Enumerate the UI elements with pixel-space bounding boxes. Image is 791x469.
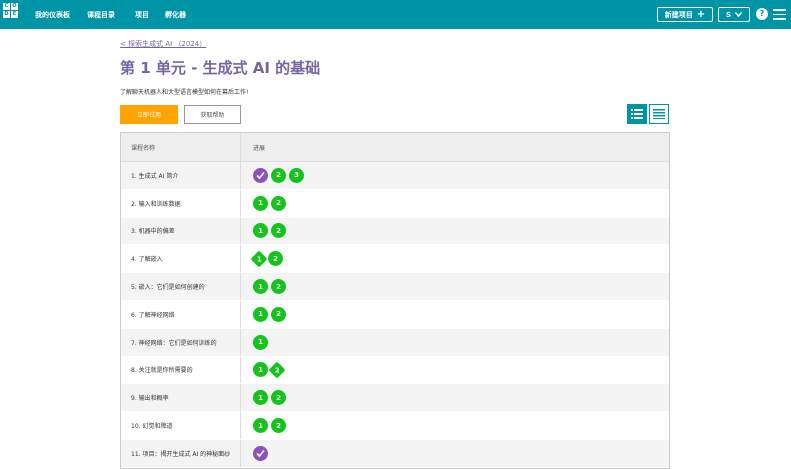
lesson-name[interactable]: 10. 幻觉和障道: [121, 412, 241, 439]
table-row: 6. 了解神经网络 1 2: [121, 300, 669, 329]
lesson-level-bubble[interactable]: 1: [253, 279, 268, 295]
unit-description: 了解聊天机器人和大型语言模型如何在幕后工作!: [120, 89, 249, 96]
lesson-progress: 12: [241, 301, 669, 328]
hamburger-menu-icon[interactable]: [773, 9, 786, 20]
nav-incubator[interactable]: 孵化器: [165, 10, 186, 20]
lesson-name[interactable]: 4. 了解嵌入: [121, 245, 241, 273]
header-progress: 进展: [253, 144, 266, 152]
lesson-level-bubble-checked[interactable]: [253, 167, 268, 183]
help-icon[interactable]: ?: [756, 8, 768, 20]
lesson-level-bubble[interactable]: 1: [253, 390, 268, 406]
lesson-progress: 12: [241, 245, 669, 272]
lesson-level-bubble[interactable]: 2: [271, 167, 286, 183]
lesson-name[interactable]: 1. 生成式 AI 简介: [121, 162, 241, 189]
lesson-name[interactable]: 7. 神经网络：它们是如何训练的: [121, 328, 241, 356]
lesson-level-bubble[interactable]: 2: [271, 279, 286, 295]
table-row: 4. 了解嵌入 1 2: [121, 245, 669, 274]
lesson-name[interactable]: 3. 机器中的偏差: [121, 217, 241, 245]
table-row: 11. 项目：揭开生成式 AI 的神秘面纱: [121, 439, 669, 468]
lesson-name[interactable]: 2. 输入和训练数据: [121, 189, 241, 217]
table-row: 1. 生成式 AI 简介 2 3: [121, 162, 669, 190]
try-now-button[interactable]: 立即试用: [120, 105, 178, 124]
lesson-progress: 12: [241, 412, 669, 439]
lesson-level-bubble[interactable]: 2: [271, 223, 286, 239]
lesson-progress: 12: [241, 218, 669, 245]
header-lesson-name: 课程名称: [121, 133, 241, 161]
lesson-level-bubble[interactable]: 2: [268, 251, 283, 267]
top-bar: C O D E 我的仪表板 课程目录 项目 孵化器 新建项目 + S ?: [0, 0, 791, 29]
lesson-name[interactable]: 9. 输出和概率: [121, 384, 241, 412]
lesson-level-bubble-checked[interactable]: [253, 445, 268, 461]
lesson-progress: [241, 440, 669, 467]
lesson-level-bubble[interactable]: 2: [271, 306, 286, 322]
lesson-table: 课程名称 进展 1. 生成式 AI 简介 2 3 2. 输入和训练数据 1 2 3. 机器中…: [120, 132, 670, 469]
table-row: 2. 输入和训练数据 1 2: [121, 189, 669, 218]
plus-icon: +: [696, 9, 706, 20]
breadcrumb[interactable]: < 探索生成式 AI （2024）: [120, 39, 206, 49]
nav-catalog[interactable]: 课程目录: [87, 10, 115, 20]
lesson-progress: 12: [241, 273, 669, 300]
table-row: 8. 关注就是你所需要的 1 2: [121, 356, 669, 385]
user-menu-button[interactable]: S: [718, 7, 750, 22]
lesson-level-bubble[interactable]: 2: [271, 195, 286, 211]
table-row: 10. 幻觉和障道 1 2: [121, 412, 669, 440]
lesson-name[interactable]: 8. 关注就是你所需要的: [121, 356, 241, 384]
bubble-label: 2: [274, 365, 280, 374]
lesson-level-bubble-assessment[interactable]: 1: [250, 250, 268, 268]
check-icon: [256, 449, 265, 458]
nav-projects[interactable]: 项目: [135, 10, 149, 20]
table-row: 7. 神经网络：它们是如何训练的 1: [121, 328, 669, 357]
code-logo[interactable]: C O D E: [3, 3, 18, 25]
lesson-level-bubble[interactable]: 2: [271, 418, 286, 434]
new-project-button[interactable]: 新建项目 +: [657, 7, 713, 22]
compact-view-toggle[interactable]: [649, 104, 669, 124]
table-header: 课程名称 进展: [121, 133, 669, 162]
list-detail-icon: [631, 109, 643, 119]
lesson-progress: 12: [241, 190, 669, 217]
lesson-level-bubble[interactable]: 1: [253, 223, 268, 239]
lesson-level-bubble[interactable]: 1: [253, 362, 268, 378]
lesson-level-bubble[interactable]: 1: [253, 334, 268, 350]
bubble-label: 1: [256, 254, 262, 263]
lesson-progress: 12: [241, 384, 669, 411]
lesson-progress: 23: [241, 162, 669, 189]
lesson-name[interactable]: 5. 嵌入：它们是如何创建的: [121, 273, 241, 300]
check-icon: [256, 171, 265, 180]
lesson-level-bubble[interactable]: 2: [271, 390, 286, 406]
lesson-level-bubble[interactable]: 3: [289, 167, 304, 183]
list-compact-icon: [653, 109, 665, 119]
table-row: 3. 机器中的偏差 1 2: [121, 217, 669, 246]
lesson-name[interactable]: 11. 项目：揭开生成式 AI 的神秘面纱: [121, 439, 241, 467]
table-row: 5. 嵌入：它们是如何创建的 1 2: [121, 273, 669, 301]
lesson-level-bubble[interactable]: 1: [253, 195, 268, 211]
chevron-down-icon: [735, 12, 743, 17]
lesson-progress: 12: [241, 357, 669, 384]
nav-dashboard[interactable]: 我的仪表板: [35, 10, 70, 20]
page-title: 第 1 单元 - 生成式 AI 的基础: [120, 59, 321, 77]
list-view-toggle[interactable]: [627, 104, 647, 124]
lesson-progress: 1: [241, 329, 669, 356]
lesson-level-bubble-assessment[interactable]: 2: [268, 361, 286, 379]
lesson-level-bubble[interactable]: 1: [253, 418, 268, 434]
get-help-button[interactable]: 获取帮助: [184, 105, 241, 124]
lesson-name[interactable]: 6. 了解神经网络: [121, 300, 241, 328]
lesson-level-bubble[interactable]: 1: [253, 306, 268, 322]
table-row: 9. 输出和概率 1 2: [121, 384, 669, 413]
